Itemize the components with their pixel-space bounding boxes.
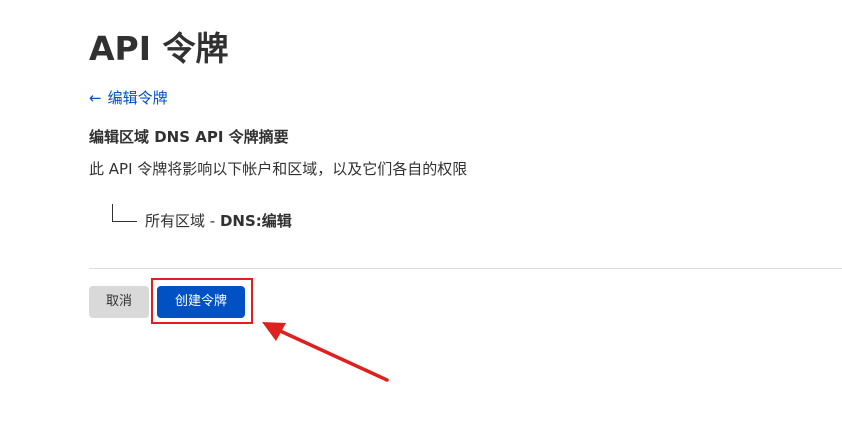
tree-connector — [112, 204, 137, 222]
summary-description: 此 API 令牌将影响以下帐户和区域，以及它们各自的权限 — [89, 160, 468, 178]
cancel-button[interactable]: 取消 — [89, 286, 149, 318]
arrow-left-icon: ← — [89, 89, 102, 107]
permission-scope: 所有区域 - — [145, 212, 220, 230]
page-title: API 令牌 — [89, 29, 229, 68]
create-token-button[interactable]: 创建令牌 — [157, 286, 245, 318]
permission-item: 所有区域 - DNS:编辑 — [145, 210, 292, 232]
summary-title: 编辑区域 DNS API 令牌摘要 — [89, 128, 289, 146]
permission-value: DNS:编辑 — [219, 212, 292, 230]
back-link-edit-token[interactable]: ← 编辑令牌 — [89, 87, 168, 109]
divider — [89, 268, 842, 269]
page: API 令牌 ← 编辑令牌 编辑区域 DNS API 令牌摘要 此 API 令牌将… — [0, 0, 842, 435]
back-link-label: 编辑令牌 — [107, 89, 168, 107]
